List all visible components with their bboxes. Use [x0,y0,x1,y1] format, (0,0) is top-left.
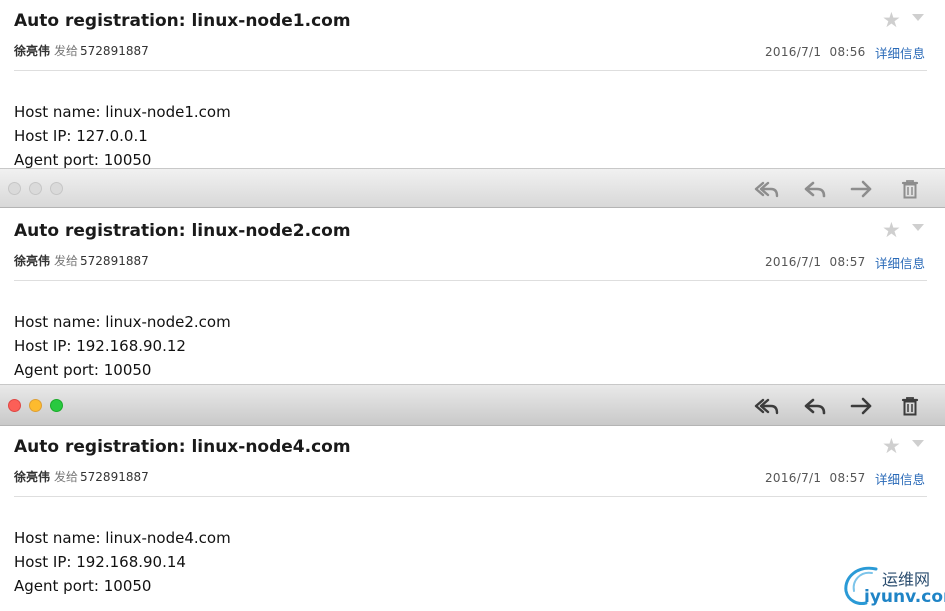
sent-to-label: 发给 [54,470,79,484]
body-line: Host name: linux-node1.com [14,103,231,121]
time-value: 08:57 [829,471,866,485]
sent-to-label: 发给 [54,44,79,58]
reply-icon[interactable] [801,177,829,201]
date-value: 2016/7/1 [765,471,822,485]
minimize-window-button[interactable] [29,399,42,412]
header-divider [14,70,927,71]
zoom-window-button[interactable] [50,399,63,412]
details-link[interactable]: 详细信息 [875,43,925,62]
reply-icon[interactable] [801,394,829,418]
sender-name[interactable]: 徐亮伟 [14,44,50,58]
email-message-2: Auto registration: linux-node2.com ★ 徐亮伟… [0,210,945,382]
reply-all-icon[interactable] [752,394,780,418]
sender-line: 徐亮伟 发给 572891887 [14,42,149,59]
star-icon[interactable]: ★ [882,8,901,32]
sender-line: 徐亮伟 发给 572891887 [14,252,149,269]
zoom-window-button[interactable] [50,182,63,195]
trash-icon[interactable] [896,394,924,418]
date-value: 2016/7/1 [765,45,822,59]
header-divider [14,496,927,497]
email-date: 2016/7/1 08:57 [765,471,866,485]
recipient[interactable]: 572891887 [80,254,149,268]
details-link[interactable]: 详细信息 [875,253,925,272]
forward-icon[interactable] [848,394,876,418]
time-value: 08:57 [829,255,866,269]
sender-name[interactable]: 徐亮伟 [14,254,50,268]
close-window-button[interactable] [8,182,21,195]
time-value: 08:56 [829,45,866,59]
body-line: Host IP: 192.168.90.14 [14,553,186,571]
email-body: Host name: linux-node2.com Host IP: 192.… [14,310,231,382]
email-body: Host name: linux-node1.com Host IP: 127.… [14,100,231,172]
recipient[interactable]: 572891887 [80,44,149,58]
email-message-1: Auto registration: linux-node1.com ★ 徐亮伟… [0,0,945,169]
chevron-down-icon[interactable] [912,14,924,21]
close-window-button[interactable] [8,399,21,412]
body-line: Host name: linux-node2.com [14,313,231,331]
email-subject: Auto registration: linux-node1.com [14,11,351,31]
date-value: 2016/7/1 [765,255,822,269]
email-date: 2016/7/1 08:57 [765,255,866,269]
star-icon[interactable]: ★ [882,218,901,242]
window-toolbar [0,168,945,208]
sent-to-label: 发给 [54,254,79,268]
body-line: Host IP: 192.168.90.12 [14,337,186,355]
recipient[interactable]: 572891887 [80,470,149,484]
email-subject: Auto registration: linux-node2.com [14,221,351,241]
body-line: Host IP: 127.0.0.1 [14,127,148,145]
header-divider [14,280,927,281]
chevron-down-icon[interactable] [912,224,924,231]
sender-line: 徐亮伟 发给 572891887 [14,468,149,485]
details-link[interactable]: 详细信息 [875,469,925,488]
chevron-down-icon[interactable] [912,440,924,447]
body-line: Host name: linux-node4.com [14,529,231,547]
site-watermark-logo: 运维网 iyunv.com [838,563,945,609]
body-line: Agent port: 10050 [14,361,152,379]
minimize-window-button[interactable] [29,182,42,195]
forward-icon[interactable] [848,177,876,201]
star-icon[interactable]: ★ [882,434,901,458]
trash-icon[interactable] [896,177,924,201]
sender-name[interactable]: 徐亮伟 [14,470,50,484]
email-subject: Auto registration: linux-node4.com [14,437,351,457]
body-line: Agent port: 10050 [14,577,152,595]
reply-all-icon[interactable] [752,177,780,201]
email-message-3: Auto registration: linux-node4.com ★ 徐亮伟… [0,426,945,611]
email-date: 2016/7/1 08:56 [765,45,866,59]
email-body: Host name: linux-node4.com Host IP: 192.… [14,526,231,598]
watermark-domain: iyunv.com [864,587,945,607]
window-toolbar-active [0,384,945,426]
